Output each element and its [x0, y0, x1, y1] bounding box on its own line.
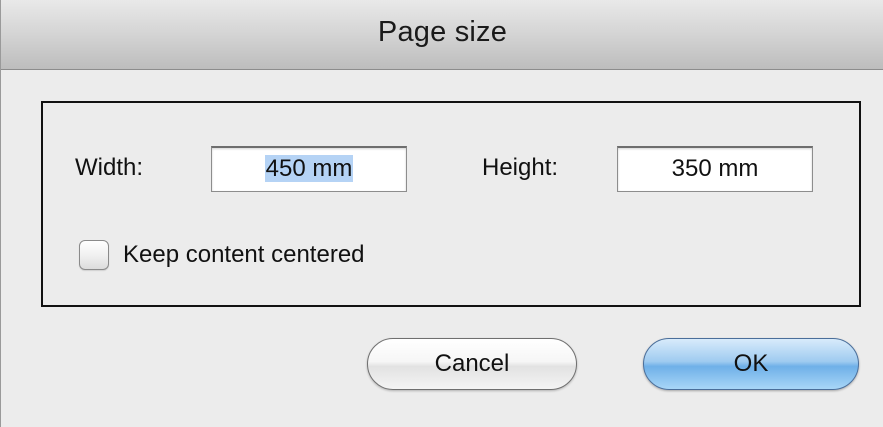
keep-content-centered-checkbox[interactable]	[79, 240, 109, 270]
keep-content-centered-label[interactable]: Keep content centered	[123, 241, 365, 269]
ok-button[interactable]: OK	[643, 338, 859, 390]
height-label: Height:	[482, 154, 559, 181]
width-field[interactable]: 450 mm	[211, 146, 407, 192]
page-size-dialog: Page size Width: 450 mm Height: 350 mm K…	[0, 0, 883, 427]
width-label: Width:	[75, 154, 144, 181]
page-size-group-box	[41, 101, 861, 307]
dialog-title: Page size	[377, 16, 508, 48]
height-field[interactable]: 350 mm	[617, 146, 813, 192]
width-field-selected-text: 450 mm	[264, 155, 354, 182]
dialog-titlebar[interactable]: Page size	[1, 0, 883, 70]
cancel-button[interactable]: Cancel	[367, 338, 577, 390]
